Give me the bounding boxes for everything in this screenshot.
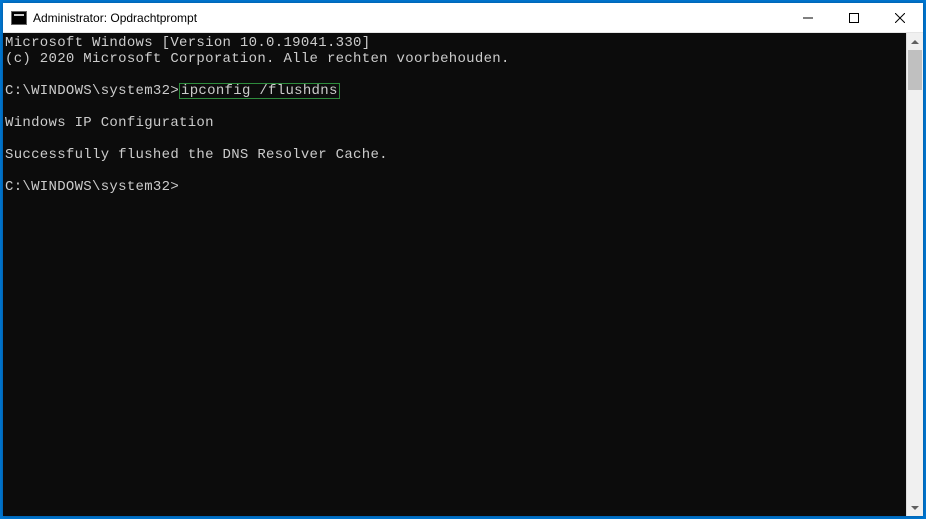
window-controls [785,3,923,32]
maximize-button[interactable] [831,3,877,32]
vertical-scrollbar[interactable] [906,33,923,516]
output-line: Successfully flushed the DNS Resolver Ca… [5,147,388,163]
scroll-up-arrow[interactable] [907,33,923,50]
prompt-path: C:\WINDOWS\system32> [5,83,179,99]
scroll-track[interactable] [907,50,923,499]
prompt-path: C:\WINDOWS\system32> [5,179,179,195]
content-area: Microsoft Windows [Version 10.0.19041.33… [3,33,923,516]
scroll-down-arrow[interactable] [907,499,923,516]
scroll-thumb[interactable] [908,50,922,90]
close-button[interactable] [877,3,923,32]
window-title: Administrator: Opdrachtprompt [33,11,785,25]
command-prompt-window: Administrator: Opdrachtprompt Microsoft … [3,3,923,516]
cmd-icon [11,11,27,25]
output-line: Windows IP Configuration [5,115,214,131]
terminal-output[interactable]: Microsoft Windows [Version 10.0.19041.33… [3,33,906,516]
highlighted-command: ipconfig /flushdns [179,83,340,99]
minimize-button[interactable] [785,3,831,32]
output-line: (c) 2020 Microsoft Corporation. Alle rec… [5,51,510,67]
output-line: Microsoft Windows [Version 10.0.19041.33… [5,35,370,51]
titlebar[interactable]: Administrator: Opdrachtprompt [3,3,923,33]
